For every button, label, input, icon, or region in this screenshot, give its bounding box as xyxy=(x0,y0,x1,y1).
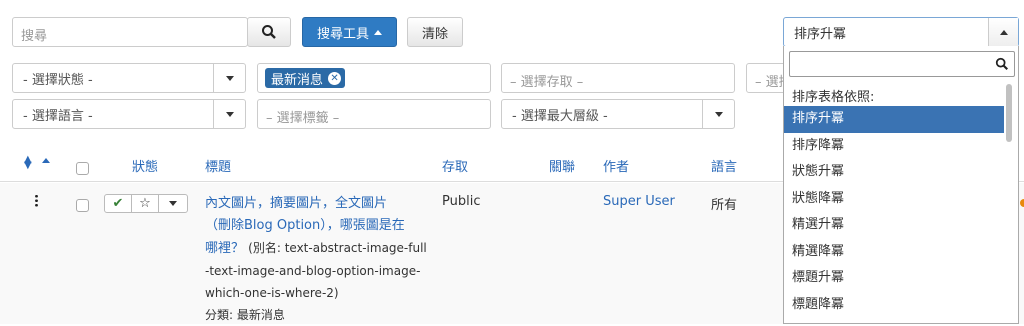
language-filter[interactable]: - 選擇語言 - xyxy=(12,99,246,129)
chevron-up-icon xyxy=(999,29,1008,35)
search-tools-button[interactable]: 搜尋工具 xyxy=(302,17,397,47)
sort-select[interactable]: 排序升冪 xyxy=(783,17,1019,47)
select-all-checkbox[interactable] xyxy=(76,162,89,175)
status-filter-value: - 選擇狀態 - xyxy=(23,72,93,88)
tag-chip[interactable]: 最新消息 ✕ xyxy=(265,68,346,88)
title-line-3: 哪裡？ xyxy=(205,241,245,256)
sort-option-title-desc[interactable]: 標題降冪 xyxy=(784,292,1004,319)
language-cell: 所有 xyxy=(711,198,738,213)
sort-option-featured-desc[interactable]: 精選降冪 xyxy=(784,239,1004,266)
edge-indicator xyxy=(1020,199,1024,207)
sort-dropdown: 排序表格依照: 排序升冪 排序降冪 狀態升冪 狀態降冪 精選升冪 精選降冪 標題… xyxy=(783,46,1019,324)
chevron-down-icon xyxy=(169,201,177,206)
header-status[interactable]: 狀態 xyxy=(132,156,158,175)
access-filter-placeholder: – 選擇存取 – xyxy=(510,75,584,90)
sort-select-value: 排序升冪 xyxy=(794,26,847,42)
sort-option-ordering-asc[interactable]: 排序升冪 xyxy=(784,106,1004,133)
header-language[interactable]: 語言 xyxy=(711,156,737,175)
clear-button[interactable]: 清除 xyxy=(407,17,463,47)
sort-group-label: 排序表格依照: xyxy=(792,90,875,105)
header-association[interactable]: 關聯 xyxy=(549,156,575,175)
search-icon xyxy=(262,25,276,39)
title-line-2: （刪除Blog Option），哪張圖是在 xyxy=(205,218,405,233)
sort-option-ordering-desc[interactable]: 排序降冪 xyxy=(784,133,1004,160)
sort-dropdown-search[interactable] xyxy=(789,51,1015,77)
language-filter-value: - 選擇語言 - xyxy=(23,108,93,124)
tags-filter[interactable]: – 選擇標籤 – xyxy=(257,99,491,129)
tags-filter-placeholder: – 選擇標籤 – xyxy=(266,111,340,126)
status-button-group: ✔ ☆ xyxy=(104,194,188,213)
sort-option-status-desc[interactable]: 狀態降冪 xyxy=(784,186,1004,213)
title-line-1: 內文圖片，摘要圖片，全文圖片 xyxy=(205,196,388,211)
header-title[interactable]: 標題 xyxy=(205,156,231,175)
alias-line-1: (別名: text-abstract-image-full xyxy=(248,241,427,255)
caret-up-icon xyxy=(374,29,382,35)
tag-chip-label: 最新消息 xyxy=(271,72,324,88)
header-access[interactable]: 存取 xyxy=(442,156,468,175)
published-toggle[interactable]: ✔ xyxy=(105,195,132,212)
chevron-down-icon xyxy=(714,111,723,117)
sort-up-icon[interactable] xyxy=(42,158,50,163)
sort-option-featured-asc[interactable]: 精選升冪 xyxy=(784,212,1004,239)
title-cell: 內文圖片，摘要圖片，全文圖片 （刪除Blog Option），哪張圖是在 哪裡？… xyxy=(205,193,435,326)
chevron-down-icon xyxy=(225,75,234,81)
close-icon[interactable]: ✕ xyxy=(328,71,342,85)
search-tools-label: 搜尋工具 xyxy=(316,26,369,42)
dropdown-scrollbar[interactable] xyxy=(1006,84,1012,142)
star-icon: ☆ xyxy=(139,196,151,211)
ordering-sort-icon[interactable]: ▲ ▼ xyxy=(24,155,32,171)
author-link[interactable]: Super User xyxy=(603,194,675,209)
row-checkbox[interactable] xyxy=(76,199,89,212)
alias-line-2: -text-image-and-blog-option-image- xyxy=(205,264,421,278)
search-button[interactable] xyxy=(247,17,291,47)
tag-filter[interactable]: 最新消息 ✕ xyxy=(257,63,491,93)
chevron-down-icon xyxy=(225,111,234,117)
alias-line-3: which-one-is-where-2) xyxy=(205,286,339,300)
search-input[interactable]: 搜尋 xyxy=(12,17,248,47)
drag-handle-icon[interactable] xyxy=(35,194,38,207)
sort-option-title-asc[interactable]: 標題升冪 xyxy=(784,265,1004,292)
header-author[interactable]: 作者 xyxy=(603,156,629,175)
access-cell: Public xyxy=(442,194,481,209)
title-link[interactable]: 內文圖片，摘要圖片，全文圖片 （刪除Blog Option），哪張圖是在 哪裡？… xyxy=(205,193,435,260)
status-filter[interactable]: - 選擇狀態 - xyxy=(12,63,246,93)
category-label: 分類: 最新消息 xyxy=(205,308,285,322)
featured-toggle[interactable]: ☆ xyxy=(132,195,159,212)
sort-option-status-asc[interactable]: 狀態升冪 xyxy=(784,159,1004,186)
check-icon: ✔ xyxy=(112,196,124,211)
search-placeholder: 搜尋 xyxy=(21,29,48,44)
max-level-filter-value: - 選擇最大層級 - xyxy=(512,108,608,124)
max-level-filter[interactable]: - 選擇最大層級 - xyxy=(501,99,735,129)
clear-label: 清除 xyxy=(421,26,448,42)
actions-dropdown[interactable] xyxy=(159,195,187,212)
access-filter[interactable]: – 選擇存取 – xyxy=(501,63,735,93)
search-icon xyxy=(995,57,1008,70)
